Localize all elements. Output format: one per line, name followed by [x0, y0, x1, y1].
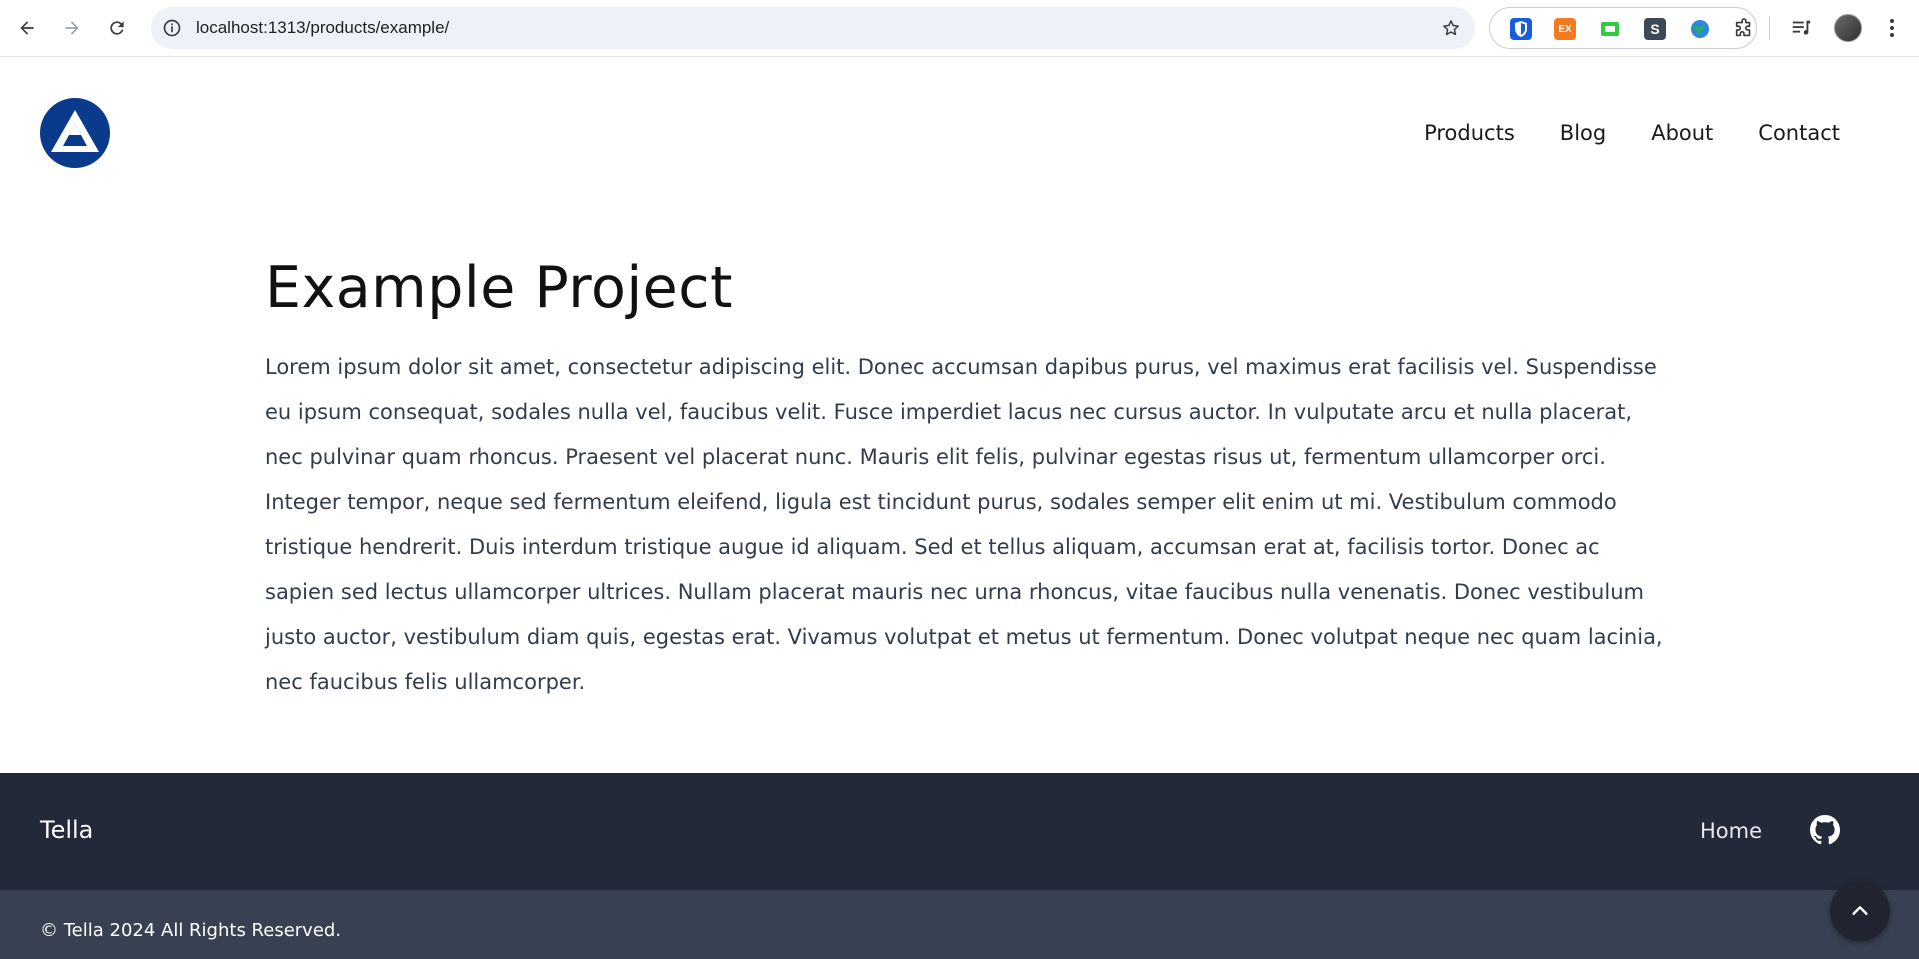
copyright-text: © Tella 2024 All Rights Reserved. — [40, 920, 342, 941]
page-body-text: Lorem ipsum dolor sit amet, consectetur … — [265, 355, 1663, 694]
nav-about[interactable]: About — [1651, 114, 1713, 152]
url-text[interactable]: localhost:1313/products/example/ — [196, 7, 449, 49]
arrow-right-icon — [65, 21, 79, 35]
nav-contact[interactable]: Contact — [1758, 114, 1840, 152]
chevron-up-icon — [1852, 906, 1868, 915]
media-control-icon[interactable] — [1788, 15, 1814, 41]
bookmark-star-icon[interactable] — [1441, 18, 1461, 38]
nav-products[interactable]: Products — [1424, 114, 1515, 152]
address-bar[interactable]: localhost:1313/products/example/ — [151, 7, 1475, 49]
footer-home-link[interactable]: Home — [1700, 815, 1762, 847]
footer: Tella Home — [0, 773, 1919, 890]
chrome-menu-icon[interactable] — [1879, 15, 1905, 41]
github-icon[interactable] — [1810, 815, 1840, 845]
ex-extension-icon[interactable]: EX — [1554, 18, 1576, 40]
profile-avatar[interactable] — [1834, 14, 1862, 42]
reload-icon — [110, 21, 124, 35]
nav-blog[interactable]: Blog — [1560, 114, 1606, 152]
toolbar-divider — [1769, 16, 1770, 40]
forward-button[interactable] — [55, 11, 89, 45]
s-extension-icon[interactable]: S — [1644, 18, 1666, 40]
footer-bottom-bar: © Tella 2024 All Rights Reserved. — [0, 890, 1919, 959]
page-title: Example Project — [265, 255, 733, 321]
footer-brand[interactable]: Tella — [40, 813, 93, 847]
back-button[interactable] — [10, 11, 44, 45]
browser-toolbar: localhost:1313/products/example/ EX S — [0, 0, 1919, 57]
bitwarden-icon[interactable] — [1510, 18, 1532, 40]
globe-extension-icon[interactable] — [1689, 18, 1711, 40]
site-info-icon[interactable] — [162, 18, 182, 38]
site-logo[interactable] — [40, 98, 110, 168]
extensions-puzzle-icon[interactable] — [1733, 18, 1755, 40]
extensions-group: EX S — [1489, 7, 1757, 49]
green-extension-icon[interactable] — [1599, 18, 1621, 40]
reload-button[interactable] — [100, 11, 134, 45]
scroll-to-top-button[interactable] — [1830, 881, 1890, 941]
main-navigation: Products Blog About Contact — [1379, 114, 1840, 152]
arrow-left-icon — [20, 21, 34, 35]
